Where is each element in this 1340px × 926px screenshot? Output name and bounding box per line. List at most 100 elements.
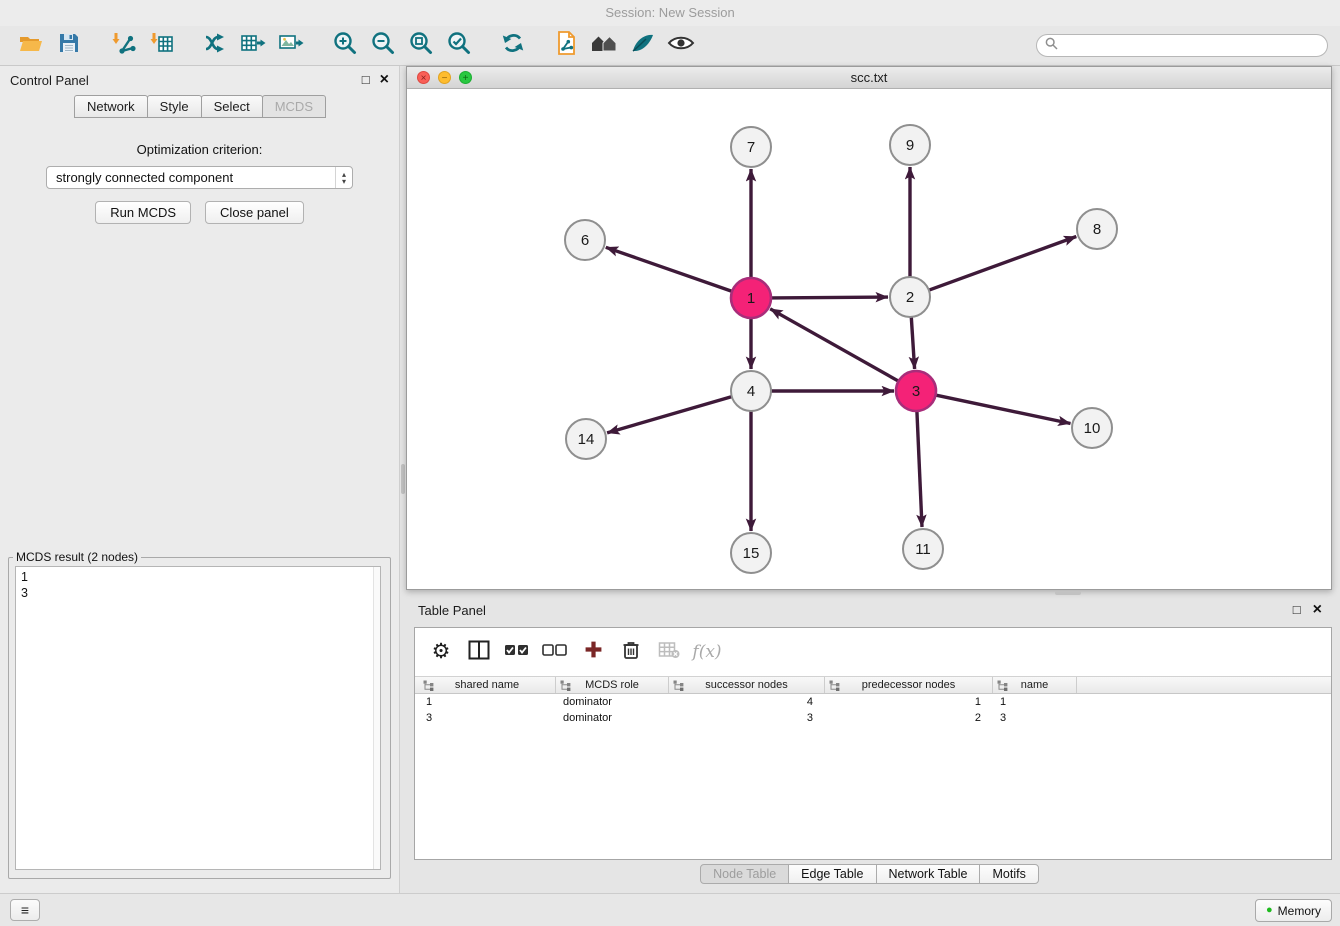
graph-edge-1-2[interactable] — [771, 297, 888, 298]
application-window: Session: New Session — [0, 0, 1340, 926]
zoom-selected-icon — [446, 30, 472, 61]
tab-style[interactable]: Style — [147, 95, 202, 118]
search-input[interactable] — [1063, 39, 1319, 53]
fx-icon: f(x) — [692, 642, 721, 662]
network-canvas[interactable]: 7968124314101511 — [407, 89, 1331, 589]
deselect-all-button[interactable] — [539, 636, 571, 668]
double-house-icon — [590, 32, 620, 59]
close-panel-icon[interactable]: × — [380, 73, 389, 87]
home-button[interactable] — [586, 30, 624, 62]
select-all-button[interactable] — [501, 636, 533, 668]
main-toolbar — [0, 26, 1340, 66]
close-table-panel-icon[interactable]: × — [1313, 603, 1322, 617]
graph-edge-1-6[interactable] — [606, 247, 732, 291]
optimization-criterion-label: Optimization criterion: — [0, 142, 399, 157]
table-header-row: shared name MCDS role successor nodes prede… — [415, 676, 1331, 694]
column-header-shared-name[interactable]: shared name — [419, 677, 556, 693]
float-panel-icon[interactable]: □ — [362, 73, 370, 87]
graph-node-label: 6 — [581, 232, 589, 249]
plus-icon — [584, 640, 603, 664]
mcds-result-line: 3 — [21, 585, 375, 601]
close-panel-button[interactable]: Close panel — [205, 201, 304, 224]
show-columns-button[interactable] — [463, 636, 495, 668]
network-window: × − + scc.txt 7968124314101511 — [406, 66, 1332, 590]
table-rows: 1dominator4113dominator323 — [415, 694, 1331, 726]
column-header-label: successor nodes — [705, 679, 788, 691]
deselect-all-icon — [542, 642, 568, 663]
open-folder-icon — [18, 32, 44, 59]
optimization-dropdown[interactable]: strongly connected component ▴▾ — [46, 166, 353, 189]
export-table-icon — [240, 31, 266, 60]
run-mcds-button[interactable]: Run MCDS — [95, 201, 191, 224]
zoom-in-button[interactable] — [326, 30, 364, 62]
graph-edge-3-10[interactable] — [936, 395, 1071, 423]
table-cell: 1 — [825, 696, 993, 708]
table-panel-header: Table Panel □ × — [406, 597, 1332, 623]
tab-network-table[interactable]: Network Table — [876, 864, 981, 884]
splitter-grip-icon[interactable] — [401, 464, 405, 494]
zoom-out-button[interactable] — [364, 30, 402, 62]
tab-network[interactable]: Network — [74, 95, 148, 118]
mcds-result-list[interactable]: 13 — [15, 566, 381, 870]
graph-edge-3-1[interactable] — [770, 309, 898, 381]
graph-node-label: 11 — [915, 541, 931, 558]
graph-node-label: 14 — [578, 431, 595, 448]
network-graph[interactable]: 7968124314101511 — [407, 89, 1331, 589]
import-table-file-button[interactable] — [142, 30, 180, 62]
column-header-mcds-role[interactable]: MCDS role — [556, 677, 669, 693]
tab-node-table[interactable]: Node Table — [700, 864, 789, 884]
refresh-icon — [500, 31, 526, 60]
table-panel-body: ⚙ — [414, 627, 1332, 860]
column-header-label: shared name — [455, 679, 519, 691]
tab-select[interactable]: Select — [201, 95, 263, 118]
show-graphics-details-button[interactable] — [662, 30, 700, 62]
network-window-title: scc.txt — [407, 67, 1331, 89]
result-scrollbar[interactable] — [373, 567, 380, 869]
mcds-result-line: 1 — [21, 569, 375, 585]
graph-node-label: 4 — [747, 383, 755, 400]
graph-edge-3-11[interactable] — [917, 411, 922, 527]
network-window-titlebar[interactable]: × − + scc.txt — [407, 67, 1331, 89]
column-header-name[interactable]: name — [993, 677, 1077, 693]
save-floppy-icon — [58, 32, 80, 59]
import-network-file-button[interactable] — [104, 30, 142, 62]
zoom-fit-button[interactable] — [402, 30, 440, 62]
table-panel: Table Panel □ × ⚙ — [406, 597, 1332, 888]
zoom-in-icon — [332, 30, 358, 61]
tab-mcds[interactable]: MCDS — [262, 95, 326, 118]
save-session-button[interactable] — [50, 30, 88, 62]
panel-splitter-horizontal[interactable] — [812, 590, 1324, 597]
memory-status-icon: ● — [1266, 905, 1273, 916]
export-table-button[interactable] — [234, 30, 272, 62]
table-settings-button[interactable]: ⚙ — [425, 636, 457, 668]
network-merge-button[interactable] — [196, 30, 234, 62]
add-column-button[interactable] — [577, 636, 609, 668]
zoom-selected-button[interactable] — [440, 30, 478, 62]
graph-edge-2-3[interactable] — [911, 317, 914, 369]
apply-style-button[interactable] — [624, 30, 662, 62]
export-image-button[interactable] — [272, 30, 310, 62]
column-header-successor-nodes[interactable]: successor nodes — [669, 677, 825, 693]
tab-motifs[interactable]: Motifs — [979, 864, 1038, 884]
table-row[interactable]: 1dominator411 — [419, 694, 1331, 710]
graph-node-label: 3 — [912, 383, 920, 400]
refresh-view-button[interactable] — [494, 30, 532, 62]
tab-edge-table[interactable]: Edge Table — [788, 864, 876, 884]
open-file-button[interactable] — [12, 30, 50, 62]
splitter-grip-icon[interactable] — [1055, 591, 1081, 595]
new-network-from-selection-button[interactable] — [548, 30, 586, 62]
optimization-dropdown-value: strongly connected component — [56, 170, 233, 185]
graph-node-label: 9 — [906, 137, 914, 154]
float-table-panel-icon[interactable]: □ — [1293, 603, 1301, 617]
control-panel-title: Control Panel — [10, 73, 89, 88]
graph-edge-4-14[interactable] — [607, 397, 732, 433]
column-header-predecessor-nodes[interactable]: predecessor nodes — [825, 677, 993, 693]
table-row[interactable]: 3dominator323 — [419, 710, 1331, 726]
delete-column-button[interactable] — [615, 636, 647, 668]
search-box[interactable] — [1036, 34, 1328, 57]
status-menu-button[interactable]: ≡ — [10, 899, 40, 921]
table-cell: dominator — [556, 712, 669, 724]
gear-icon: ⚙ — [432, 641, 451, 663]
graph-edge-2-8[interactable] — [929, 237, 1077, 291]
memory-button[interactable]: ● Memory — [1255, 899, 1332, 922]
